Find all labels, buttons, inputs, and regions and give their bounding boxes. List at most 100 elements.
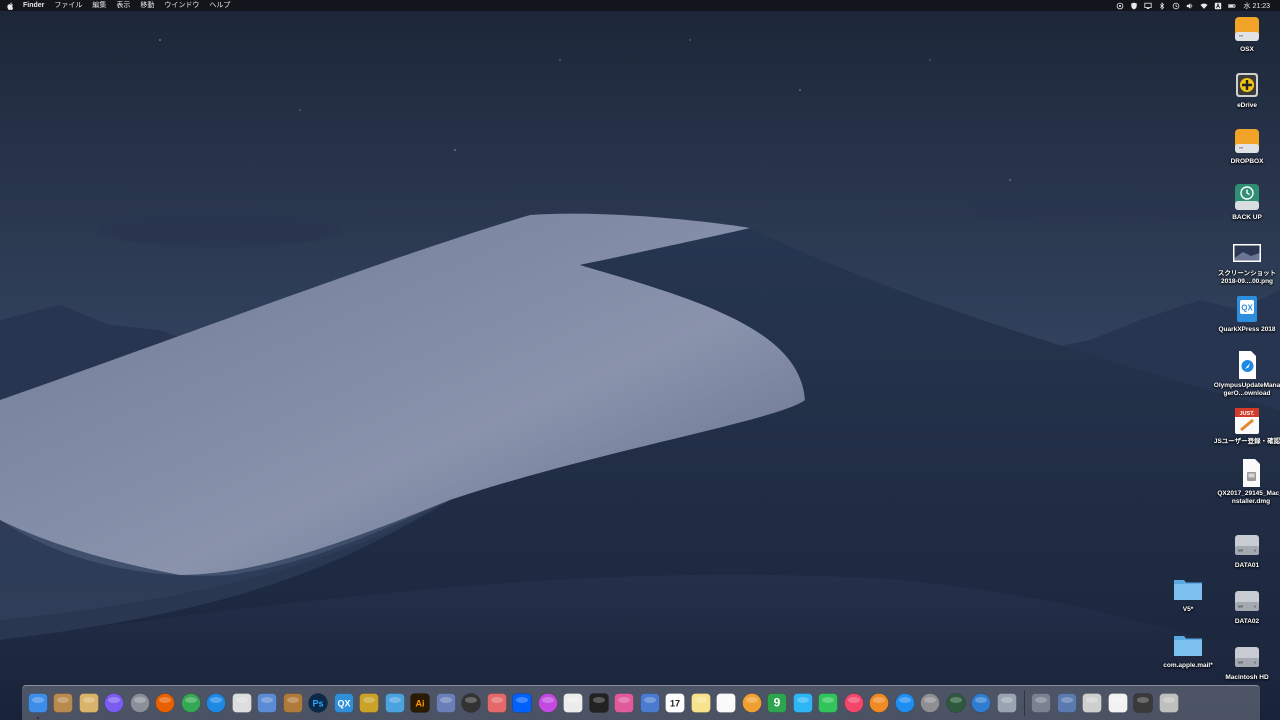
dock-item[interactable] <box>688 688 714 718</box>
menu-clock[interactable]: 水 21:23 <box>1244 1 1270 11</box>
desktop-icon-backup[interactable]: BACK UP <box>1212 182 1280 222</box>
dock-item[interactable] <box>178 688 204 718</box>
app-store-icon <box>894 693 915 713</box>
dock-item[interactable] <box>943 688 969 718</box>
dock-item[interactable]: QX <box>331 688 357 718</box>
dock-item[interactable] <box>459 688 485 718</box>
time-machine-icon[interactable] <box>1171 0 1182 11</box>
menu-file[interactable]: ファイル <box>54 0 82 11</box>
pen-tool-icon <box>384 693 405 713</box>
dock-item[interactable] <box>229 688 255 718</box>
script-editor-icon <box>231 693 252 713</box>
dock-item[interactable] <box>867 688 893 718</box>
dock-item[interactable] <box>739 688 765 718</box>
dock-item[interactable] <box>816 688 842 718</box>
dock-item[interactable] <box>892 688 918 718</box>
bluetooth-icon[interactable] <box>1157 0 1168 11</box>
dock-item[interactable] <box>25 688 51 719</box>
desktop-wallpaper <box>0 0 1280 720</box>
dock-item[interactable] <box>790 688 816 718</box>
desktop-icon-qx-installer-dmg[interactable]: QX2017_29145_Mac_Installer.dmg <box>1216 458 1280 506</box>
dock-item[interactable] <box>280 688 306 718</box>
desktop-icon-edrive[interactable]: eDrive <box>1212 70 1280 110</box>
dock-item[interactable] <box>994 688 1020 718</box>
menu-go[interactable]: 移動 <box>140 0 154 11</box>
dock-item[interactable] <box>1105 688 1131 718</box>
dock-item[interactable] <box>127 688 153 718</box>
dock-item[interactable] <box>535 688 561 718</box>
dock-item[interactable] <box>204 688 230 718</box>
dock-item[interactable] <box>102 688 128 718</box>
drive-icon <box>1235 129 1259 153</box>
desktop-icon-osx[interactable]: OSX <box>1212 14 1280 54</box>
dock-item[interactable]: 17 <box>663 688 689 718</box>
desktop-icon-label: OSX <box>1240 46 1254 53</box>
desktop-icon-quarkxpress[interactable]: QX QuarkXPress 2018 <box>1212 294 1280 334</box>
desktop-icon-v5-folder[interactable]: V5* <box>1153 574 1223 614</box>
svg-text:JUST.: JUST. <box>1240 411 1255 417</box>
desktop-icon-just-systems[interactable]: JUST. JSユーザー登録・確認 <box>1212 406 1280 446</box>
desktop-icon-label: com.apple.mail* <box>1163 662 1213 669</box>
dock-item[interactable] <box>969 688 995 718</box>
siri-icon <box>104 693 125 713</box>
dock-item[interactable] <box>1029 688 1055 718</box>
dock-item[interactable] <box>484 688 510 718</box>
dock-item[interactable] <box>382 688 408 718</box>
dock-item[interactable] <box>255 688 281 718</box>
dock-item[interactable] <box>612 688 638 718</box>
menu-window[interactable]: ウインドウ <box>164 0 199 11</box>
menu-edit[interactable]: 編集 <box>92 0 106 11</box>
dock-item[interactable] <box>637 688 663 718</box>
drive-icon <box>1235 17 1259 41</box>
numbers-9-icon: 9 <box>767 693 788 713</box>
hard-drive-icon <box>1235 647 1259 667</box>
dock-item[interactable]: Ps <box>306 688 332 718</box>
desktop-icon-olympus-download[interactable]: OlympusUpdateManagerO...ownload <box>1212 350 1280 398</box>
downloads-stack-icon <box>1133 693 1154 713</box>
volume-icon[interactable] <box>1185 0 1196 11</box>
shield-icon[interactable] <box>1129 0 1140 11</box>
migration-icon <box>996 693 1017 713</box>
svg-text:17: 17 <box>670 699 680 709</box>
dock-item[interactable] <box>1131 688 1157 718</box>
dock-item[interactable] <box>841 688 867 718</box>
wifi-icon[interactable] <box>1199 0 1210 11</box>
desktop-icon-label: eDrive <box>1237 102 1257 109</box>
dock-item[interactable] <box>76 688 102 718</box>
desktop-icon-label: BACK UP <box>1232 214 1262 221</box>
desktop-icon-data01[interactable]: DATA01 <box>1212 530 1280 570</box>
dock-item[interactable]: Ai <box>408 688 434 718</box>
menu-app-finder[interactable]: Finder <box>23 0 44 11</box>
bag-icon <box>563 693 584 713</box>
edrive-icon <box>1236 73 1258 97</box>
camera-icon[interactable] <box>1115 0 1126 11</box>
hard-drive-icon <box>1235 535 1259 555</box>
battery-icon[interactable] <box>1227 0 1238 11</box>
dock-item[interactable] <box>510 688 536 718</box>
dock-item[interactable] <box>1156 688 1182 718</box>
menu-help[interactable]: ヘルプ <box>209 0 230 11</box>
dock-item[interactable] <box>1054 688 1080 718</box>
desktop-icon-label: QuarkXPress 2018 <box>1218 326 1276 333</box>
input-source-icon[interactable] <box>1213 0 1224 11</box>
dock-item[interactable] <box>561 688 587 718</box>
display-icon[interactable] <box>1143 0 1154 11</box>
dock-item[interactable] <box>714 688 740 718</box>
dock-item[interactable] <box>153 688 179 718</box>
running-indicator <box>36 717 39 719</box>
dock-item[interactable] <box>1080 688 1106 718</box>
dock-item[interactable] <box>51 688 77 718</box>
desktop-icon-screenshot[interactable]: スクリーンショット 2018-09....00.png <box>1212 238 1280 286</box>
system-preferences-icon <box>920 693 941 713</box>
menu-view[interactable]: 表示 <box>116 0 130 11</box>
dock-item[interactable] <box>357 688 383 718</box>
dock-item[interactable] <box>586 688 612 718</box>
desktop-icon-dropbox[interactable]: DROPBOX <box>1212 126 1280 166</box>
calendar-icon: 17 <box>665 693 686 713</box>
dock-item[interactable] <box>433 688 459 718</box>
dock-item[interactable] <box>918 688 944 718</box>
desktop-icon-com-apple-mail-folder[interactable]: com.apple.mail* <box>1153 630 1223 670</box>
apple-icon[interactable] <box>6 0 15 11</box>
screenshot-stack-icon <box>1056 693 1077 713</box>
dock-item[interactable]: 9 <box>765 688 791 718</box>
